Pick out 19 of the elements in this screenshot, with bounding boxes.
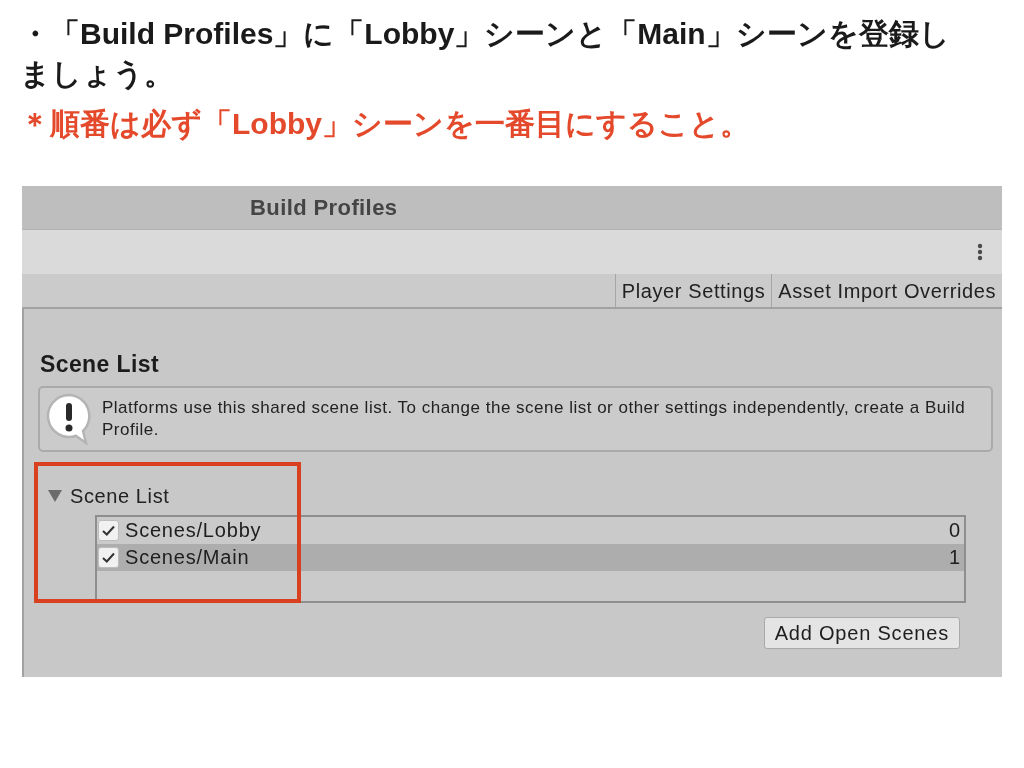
- check-icon: [102, 525, 115, 536]
- scene-index: 1: [948, 546, 960, 569]
- more-options-icon[interactable]: [977, 243, 983, 261]
- scene-path: Scenes/Main: [125, 546, 250, 569]
- scene-row[interactable]: Scenes/Main 1: [97, 544, 964, 571]
- checkbox[interactable]: [98, 520, 119, 541]
- check-icon: [102, 552, 115, 563]
- section-heading: Scene List: [39, 351, 160, 377]
- help-message: Platforms use this shared scene list. To change the scene list or other settings independently, create a Build Profile.: [102, 397, 967, 441]
- instruction-text: ＊順番は必ず「Lobby」シーンを一番目にすること。: [20, 106, 751, 143]
- exclamation-bubble-icon: [46, 393, 92, 445]
- foldout-label[interactable]: Scene List: [70, 484, 170, 508]
- scene-index: 0: [948, 519, 960, 542]
- scene-path: Scenes/Lobby: [125, 519, 262, 542]
- add-open-scenes-button[interactable]: Add Open Scenes: [763, 617, 960, 649]
- checkbox[interactable]: [98, 547, 119, 568]
- expanded-triangle-icon[interactable]: [48, 489, 62, 503]
- window-title: Build Profiles: [250, 194, 398, 222]
- instruction-text: ・「Build Profiles」に「Lobby」シーンと「Main」シーンを登録しましょう。: [20, 16, 951, 92]
